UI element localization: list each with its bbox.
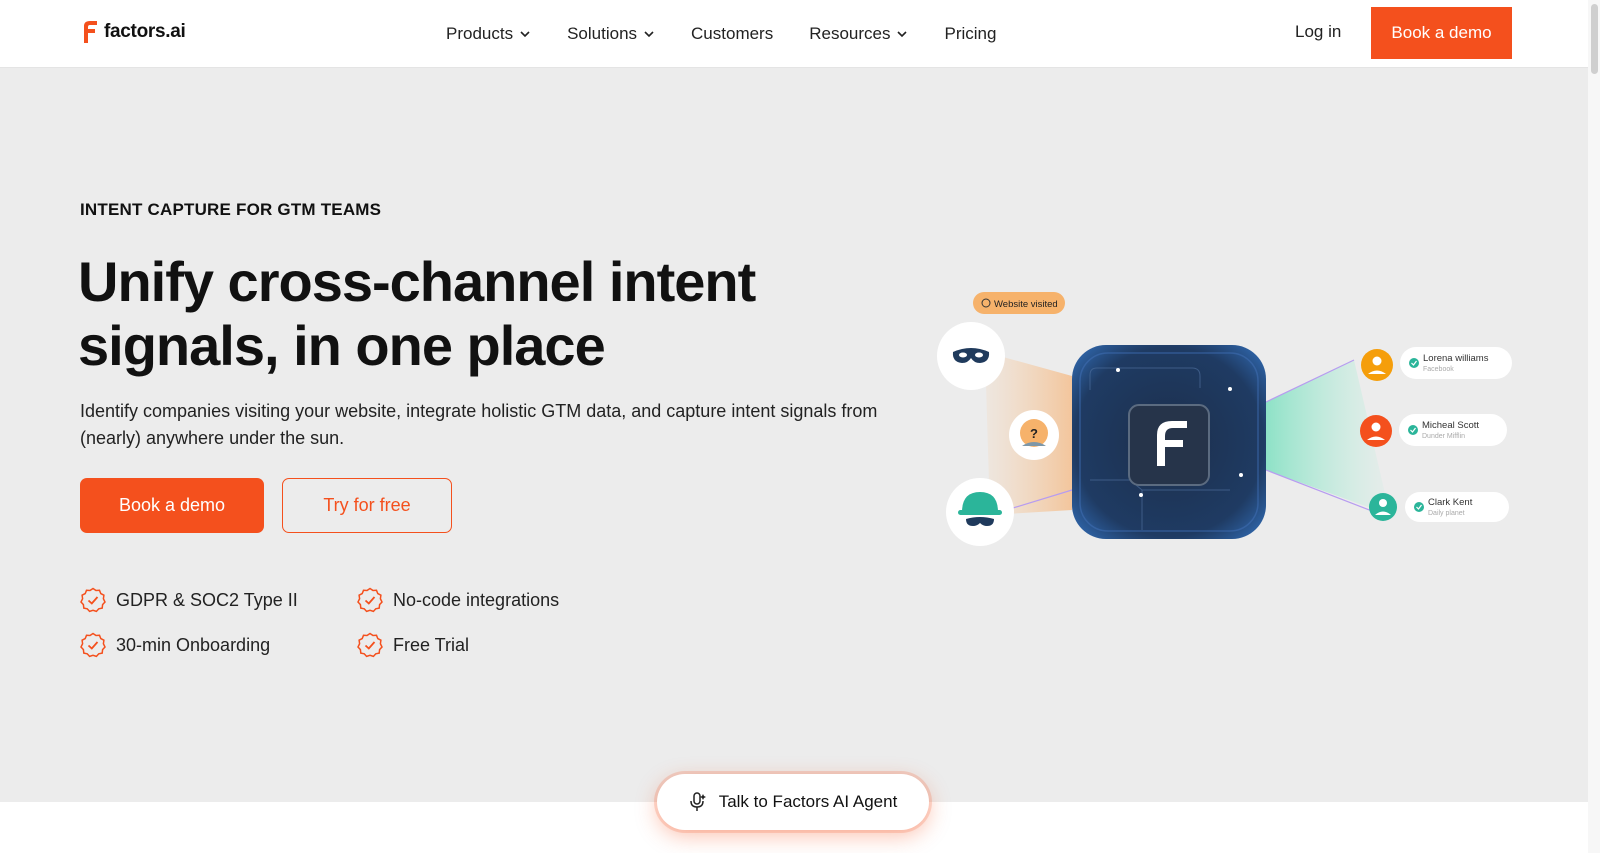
nav-products[interactable]: Products	[446, 24, 531, 44]
person-card-lorena: Lorena williams Facebook	[1361, 347, 1512, 381]
person-name: Micheal Scott	[1422, 420, 1479, 431]
chevron-down-icon	[897, 31, 908, 38]
brand-name: factors.ai	[104, 21, 186, 42]
verified-check-icon	[80, 632, 106, 658]
top-nav: factors.ai Products Solutions Customers …	[0, 0, 1600, 68]
person-name: Clark Kent	[1428, 497, 1473, 508]
chevron-down-icon	[644, 31, 654, 38]
feature-label: 30-min Onboarding	[116, 634, 271, 655]
person-name: Lorena williams	[1423, 353, 1489, 364]
anonymous-visitor-hat	[946, 478, 1014, 546]
talk-to-agent-button[interactable]: Talk to Factors AI Agent	[657, 774, 929, 830]
feature-no-code: No-code integrations	[357, 587, 559, 613]
nav-products-label: Products	[446, 24, 514, 43]
person-company: Facebook	[1423, 366, 1454, 373]
feature-gdpr: GDPR & SOC2 Type II	[80, 587, 298, 613]
hero-eyebrow: INTENT CAPTURE FOR GTM TEAMS	[80, 200, 382, 219]
nav-solutions[interactable]: Solutions	[567, 24, 655, 44]
verified-check-icon	[357, 632, 383, 658]
person-company: Dunder Mifflin	[1422, 433, 1465, 440]
anonymous-visitor-mask	[937, 322, 1005, 390]
microphone-icon	[689, 792, 706, 811]
scrollbar-thumb[interactable]	[1591, 4, 1598, 74]
nav-customers-label: Customers	[691, 24, 774, 43]
talk-to-agent-label: Talk to Factors AI Agent	[718, 792, 898, 811]
hero-headline-line1: Unify cross-channel intent	[78, 250, 756, 313]
nav-solutions-label: Solutions	[567, 24, 638, 43]
feature-onboarding: 30-min Onboarding	[80, 632, 270, 658]
feature-label: No-code integrations	[393, 589, 560, 610]
nav-resources[interactable]: Resources	[809, 24, 908, 44]
feature-label: Free Trial	[393, 634, 470, 655]
verified-check-icon	[357, 587, 383, 613]
hero-headline: Unify cross-channel intent signals, in o…	[78, 250, 838, 378]
intent-illustration: Website visited ? Lorena williams Facebo…	[937, 292, 1512, 546]
factors-chip	[1072, 345, 1266, 539]
website-visited-badge: Website visited	[973, 292, 1065, 314]
nav-book-demo-button[interactable]: Book a demo	[1371, 7, 1512, 59]
nav-links: Products Solutions Customers Resources P…	[446, 0, 1032, 68]
try-for-free-button[interactable]: Try for free	[282, 478, 452, 533]
factors-logo-icon	[84, 21, 97, 43]
nav-pricing-label: Pricing	[944, 24, 997, 43]
nav-resources-label: Resources	[809, 24, 891, 43]
person-card-micheal: Micheal Scott Dunder Mifflin	[1360, 414, 1507, 447]
login-link[interactable]: Log in	[1295, 22, 1341, 42]
nav-customers[interactable]: Customers	[691, 24, 773, 44]
verified-check-icon	[80, 587, 106, 613]
nav-pricing[interactable]: Pricing	[944, 24, 996, 44]
person-company: Daily planet	[1428, 510, 1465, 517]
hero-headline-line2: signals, in one place	[78, 314, 606, 377]
feature-free-trial: Free Trial	[357, 632, 469, 658]
person-card-clark: Clark Kent Daily planet	[1369, 492, 1509, 522]
unknown-visitor: ?	[1009, 410, 1059, 460]
logo[interactable]: factors.ai	[82, 20, 186, 44]
feature-label: GDPR & SOC2 Type II	[116, 589, 298, 610]
chevron-down-icon	[520, 31, 530, 38]
hero-subtitle: Identify companies visiting your website…	[80, 401, 878, 448]
hero-book-demo-button[interactable]: Book a demo	[80, 478, 264, 533]
scrollbar-track[interactable]	[1588, 0, 1600, 853]
website-visited-text: Website visited	[994, 299, 1058, 310]
unknown-mark: ?	[1030, 426, 1038, 441]
